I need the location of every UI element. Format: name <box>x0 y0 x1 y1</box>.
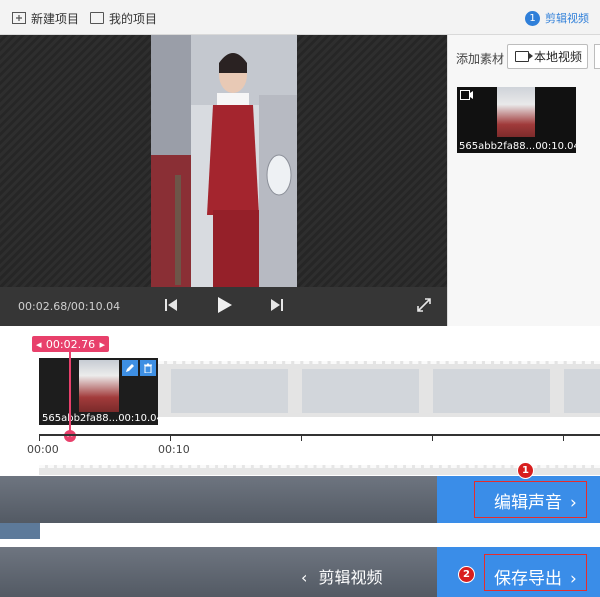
empty-slot <box>171 369 288 413</box>
video-frame <box>151 35 297 287</box>
chevron-left-icon: ‹ <box>301 568 308 587</box>
clip-tools <box>122 360 156 376</box>
expand-icon <box>417 298 431 312</box>
thumbnail-duration: 00:10.04 <box>535 141 576 152</box>
empty-slot <box>433 369 550 413</box>
new-project-button[interactable]: 新建项目 <box>12 8 79 28</box>
back-to-edit-button[interactable]: ‹ 剪辑视频 <box>301 564 383 588</box>
fullscreen-button[interactable] <box>417 298 431 315</box>
previous-frame-button[interactable] <box>164 298 178 315</box>
scissors-icon[interactable]: ✂ <box>64 430 76 442</box>
plus-box-icon <box>12 12 26 24</box>
clip-duration: 00:10.04 <box>118 413 158 424</box>
timeline-clip[interactable]: 565abb2fa88... 00:10.04 <box>39 358 158 425</box>
step-indicator[interactable]: 1 剪辑视频 <box>525 10 589 26</box>
step-label: 剪辑视频 <box>545 12 589 25</box>
ruler-tick <box>170 436 171 441</box>
back-label: 剪辑视频 <box>318 568 383 587</box>
step-number-badge: 1 <box>525 10 540 26</box>
video-preview-image <box>151 35 297 287</box>
highlight-box-2 <box>484 554 587 591</box>
ruler-tick <box>301 436 302 441</box>
ruler-tick <box>432 436 433 441</box>
playhead-line[interactable] <box>69 352 71 435</box>
playhead-time: 00:02.76 <box>45 337 96 351</box>
local-video-label: 本地视频 <box>534 50 583 64</box>
trash-icon[interactable] <box>140 360 156 376</box>
ruler-label-10s: 00:10 <box>158 443 190 456</box>
caret-left-icon[interactable]: ◂ <box>36 338 42 351</box>
highlight-box-1 <box>474 481 587 518</box>
folder-icon <box>90 12 104 24</box>
empty-slot <box>564 369 600 413</box>
panel-gap-accent <box>0 523 40 539</box>
skip-forward-icon <box>271 299 283 311</box>
clip-caption: 565abb2fa88... 00:10.04 <box>42 413 158 424</box>
ruler-tick <box>563 436 564 441</box>
ruler-label-start: 00:00 <box>27 443 59 456</box>
thumbnail-name: 565abb2fa88... <box>459 141 536 152</box>
video-camera-icon <box>515 51 533 62</box>
ruler-tick <box>39 436 40 441</box>
panel-gap <box>0 523 600 547</box>
local-video-button[interactable]: 本地视频 <box>507 44 588 69</box>
video-camera-icon <box>460 90 473 100</box>
skip-back-icon <box>165 299 177 311</box>
my-projects-button[interactable]: 我的项目 <box>90 8 157 28</box>
add-media-label: 添加素材 <box>456 52 505 66</box>
new-project-label: 新建项目 <box>31 11 80 26</box>
clip-name: 565abb2fa88... <box>42 413 119 424</box>
panel-edge-button[interactable] <box>594 44 600 69</box>
next-frame-button[interactable] <box>270 298 284 315</box>
play-icon <box>218 297 232 313</box>
playback-time: 00:02.68/00:10.04 <box>18 300 121 313</box>
edit-pencil-icon[interactable] <box>122 360 138 376</box>
thumbnail-image <box>497 87 535 137</box>
media-thumbnail[interactable]: 565abb2fa88... 00:10.04 <box>457 87 576 153</box>
media-panel <box>447 35 600 326</box>
thumbnail-caption: 565abb2fa88... 00:10.04 <box>459 141 576 152</box>
step-marker-1: 1 <box>517 462 534 479</box>
audio-track <box>39 465 600 475</box>
empty-slot <box>302 369 419 413</box>
play-button[interactable] <box>217 296 233 317</box>
time-ruler <box>39 434 600 436</box>
my-projects-label: 我的项目 <box>109 11 158 26</box>
audio-bar <box>0 476 437 523</box>
playhead-time-tag[interactable]: ◂ 00:02.76 ▸ <box>32 336 109 352</box>
caret-right-icon[interactable]: ▸ <box>99 338 105 351</box>
step-marker-2: 2 <box>458 566 475 583</box>
clip-thumbnail <box>79 360 119 412</box>
